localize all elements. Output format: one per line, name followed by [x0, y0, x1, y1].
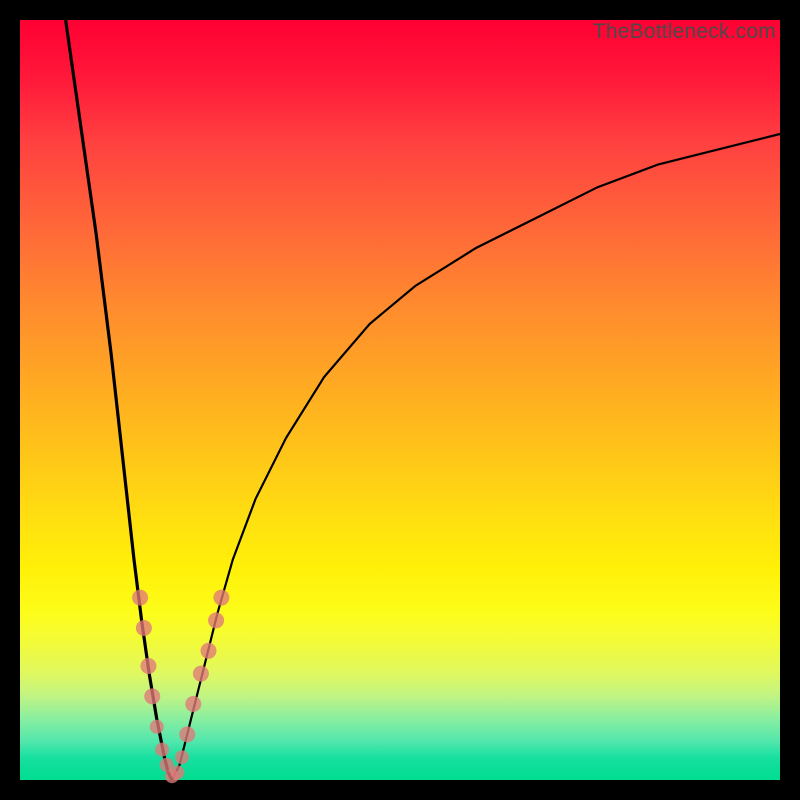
data-marker: [213, 590, 229, 606]
data-marker: [185, 696, 201, 712]
data-markers: [132, 590, 229, 784]
curve-right-path: [172, 134, 780, 780]
data-marker: [175, 750, 189, 764]
data-marker: [155, 743, 169, 757]
data-marker: [179, 726, 195, 742]
data-marker: [208, 612, 224, 628]
data-marker: [200, 643, 216, 659]
curve-svg: [20, 20, 780, 780]
data-marker: [170, 765, 184, 779]
data-marker: [150, 720, 164, 734]
watermark-text: TheBottleneck.com: [593, 20, 776, 44]
data-marker: [144, 688, 160, 704]
data-marker: [136, 620, 152, 636]
data-marker: [140, 658, 156, 674]
data-marker: [132, 590, 148, 606]
data-marker: [193, 666, 209, 682]
plot-area: [20, 20, 780, 780]
chart-container: TheBottleneck.com: [0, 0, 800, 800]
